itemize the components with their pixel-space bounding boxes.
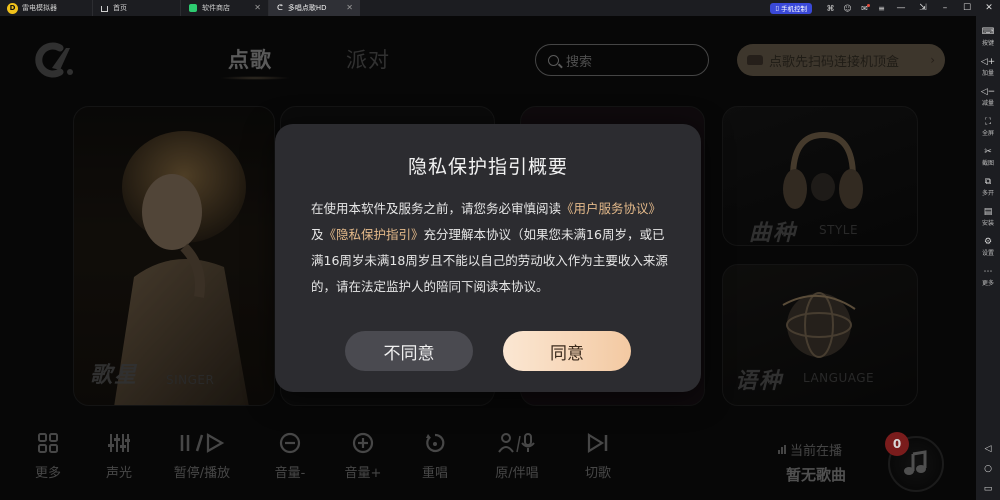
sidebar-item-label: 多开 — [981, 190, 994, 197]
disagree-button[interactable]: 不同意 — [345, 331, 473, 371]
dialog-body: 在使用本软件及服务之前，请您务必审慎阅读《用户服务协议》及《隐私保护指引》充分理… — [311, 196, 671, 300]
tab-app-store[interactable]: 软件商店 ✕ — [180, 0, 268, 16]
tab-label: 首页 — [113, 4, 127, 12]
sidebar-item-multi-instance[interactable]: ⧉ 多开 — [976, 172, 1000, 202]
sidebar-item-label: 加量 — [981, 70, 994, 77]
close-tab-icon[interactable]: ✕ — [346, 3, 353, 12]
sidebar-item-label: 截图 — [981, 160, 994, 167]
close-tab-icon[interactable]: ✕ — [254, 3, 261, 12]
gamepad-icon[interactable]: ⌘ — [822, 4, 839, 13]
phone-control-label: 手机控制 — [781, 5, 807, 13]
menu-icon[interactable]: ≡ — [873, 4, 890, 13]
volume-up-icon: ◁+ — [980, 57, 996, 67]
apk-install-icon: ▤ — [983, 207, 993, 217]
sidebar-item-volume-up[interactable]: ◁+ 加量 — [976, 52, 1000, 82]
karaoke-icon: ᕦ — [277, 3, 283, 12]
sidebar-item-label: 更多 — [981, 280, 994, 287]
home-icon — [101, 6, 108, 12]
agree-button[interactable]: 同意 — [503, 331, 631, 371]
back-icon[interactable]: ◁ — [985, 444, 992, 454]
sidebar-item-label: 设置 — [981, 250, 994, 257]
sidebar-item-keymap[interactable]: ⌨ 按键 — [976, 22, 1000, 52]
android-nav-buttons: ◁ ○ ▭ — [984, 444, 993, 494]
emulator-brand: D 雷电模拟器 — [0, 2, 92, 14]
fullscreen-icon: ⛶ — [984, 117, 992, 127]
sidebar-item-label: 全屏 — [981, 130, 994, 137]
privacy-guide-link[interactable]: 《隐私保护指引》 — [324, 227, 424, 242]
privacy-dialog: 隐私保护指引概要 在使用本软件及服务之前，请您务必审慎阅读《用户服务协议》及《隐… — [275, 124, 701, 392]
settings-icon: ⚙ — [983, 237, 993, 247]
sidebar-item-fullscreen[interactable]: ⛶ 全屏 — [976, 112, 1000, 142]
recent-apps-icon[interactable]: ▭ — [984, 484, 993, 494]
keyboard-icon: ⌨ — [981, 27, 995, 37]
phone-icon: ▯ — [775, 4, 779, 12]
dialog-title: 隐私保护指引概要 — [407, 156, 568, 178]
sidebar-item-screenshot[interactable]: ✂ 截图 — [976, 142, 1000, 172]
home-circle-icon[interactable]: ○ — [984, 464, 992, 474]
maximize-button[interactable]: ☐ — [956, 3, 978, 13]
tab-karaoke-app[interactable]: ᕦ 多唱点歌HD ✕ — [268, 0, 360, 16]
close-button[interactable]: ✕ — [978, 3, 1000, 13]
tab-label: 多唱点歌HD — [287, 4, 327, 12]
emulator-titlebar: D 雷电模拟器 首页 软件商店 ✕ ᕦ 多唱点歌HD ✕ ▯ 手机控制 ⌘ ☺ … — [0, 0, 1000, 16]
phone-control-button[interactable]: ▯ 手机控制 — [770, 2, 812, 14]
minimize-small-icon[interactable]: — — [890, 3, 912, 13]
minimize-button[interactable]: – — [934, 3, 956, 13]
multi-instance-icon: ⧉ — [984, 177, 992, 187]
volume-down-icon: ◁− — [980, 87, 996, 97]
emulator-sidebar: ⌨ 按键 ◁+ 加量 ◁− 减量 ⛶ 全屏 ✂ 截图 ⧉ 多开 ▤ 安装 ⚙ 设置 ⋯ 更多 ◁ … — [976, 16, 1000, 500]
sidebar-item-volume-down[interactable]: ◁− 减量 — [976, 82, 1000, 112]
scissors-icon: ✂ — [984, 147, 992, 157]
user-agreement-link[interactable]: 《用户服务协议》 — [561, 201, 661, 216]
restore-icon[interactable]: ⇲ — [912, 3, 934, 13]
store-icon — [189, 4, 197, 12]
sidebar-item-install[interactable]: ▤ 安装 — [976, 202, 1000, 232]
emulator-name: 雷电模拟器 — [22, 4, 57, 12]
sidebar-item-label: 安装 — [981, 220, 994, 227]
sidebar-item-more[interactable]: ⋯ 更多 — [976, 262, 1000, 292]
sidebar-item-label: 按键 — [981, 40, 994, 47]
dialog-text: 在使用本软件及服务之前，请您务必审慎阅读 — [311, 201, 562, 216]
queue-count-badge: 0 — [885, 432, 909, 456]
karaoke-app: 点歌 派对 搜索 点歌先扫码连接机顶盒 › 歌星 SINGER 曲种 STYLE… — [0, 16, 976, 500]
dialog-text: 及 — [311, 227, 324, 242]
ldplayer-logo-icon: D — [7, 2, 18, 14]
tab-label: 软件商店 — [202, 4, 230, 12]
more-icon: ⋯ — [983, 267, 993, 277]
sidebar-item-label: 减量 — [981, 100, 994, 107]
sidebar-item-settings[interactable]: ⚙ 设置 — [976, 232, 1000, 262]
user-icon[interactable]: ☺ — [839, 4, 856, 13]
tab-home[interactable]: 首页 — [92, 0, 180, 16]
mail-icon[interactable]: ✉ — [856, 3, 873, 13]
